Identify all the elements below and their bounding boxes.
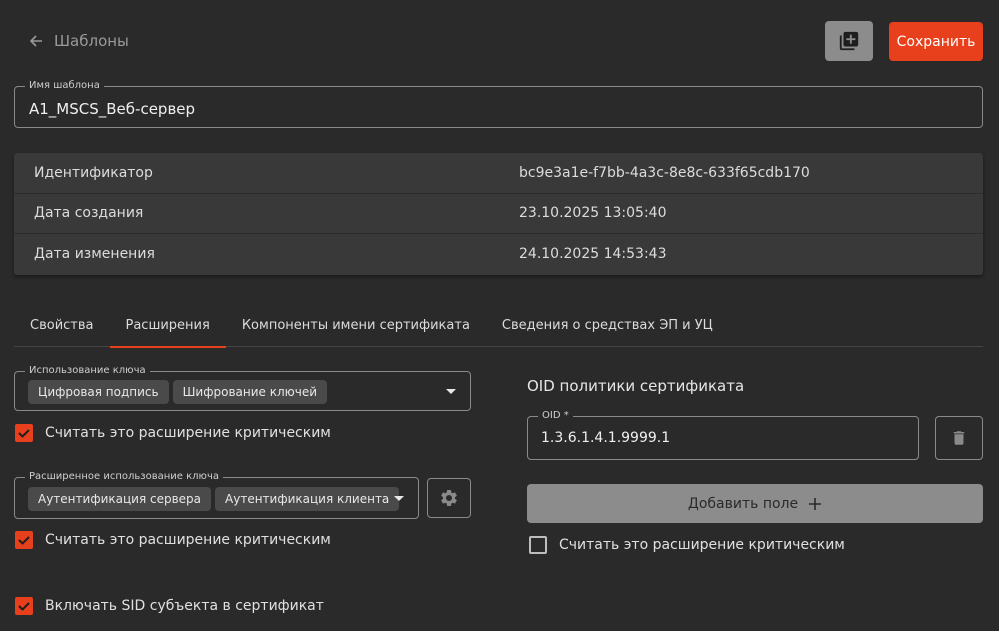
add-field-button[interactable]: Добавить поле [527,484,983,523]
add-field-label: Добавить поле [687,495,799,512]
info-key: Дата создания [34,205,144,222]
ext-key-usage-chip[interactable]: Аутентификация сервера [28,487,212,511]
template-name-value: A1_MSCS_Веб-сервер [29,100,196,118]
ext-key-usage-label: Расширенное использование ключа [25,471,223,483]
include-sid-checkbox[interactable]: Включать SID субъекта в сертификат [15,597,324,615]
save-button[interactable]: Сохранить [889,22,983,61]
tab-ca-info[interactable]: Сведения о средствах ЭП и УЦ [486,303,729,347]
trash-icon [953,431,965,445]
add-template-button[interactable] [825,21,873,61]
oid-section-title: OID политики сертификата [527,377,745,395]
arrow-left-icon [29,35,42,47]
library-add-icon [839,31,859,51]
tab-extensions[interactable]: Расширения [109,303,227,348]
key-usage-chip[interactable]: Цифровая подпись [28,380,169,404]
oid-label: OID * [538,410,573,422]
info-row-created: Дата создания 23.10.2025 13:05:40 [14,194,983,234]
gear-icon [441,489,457,506]
ext-key-usage-select[interactable]: Расширенное использование ключа Аутентиф… [14,471,419,519]
template-name-field[interactable]: Имя шаблона A1_MSCS_Веб-сервер [14,80,983,128]
checkbox-label: Включать SID субъекта в сертификат [45,598,324,614]
dropdown-caret-icon[interactable] [446,389,456,394]
info-row-id: Идентификатор bc9e3a1e-f7bb-4a3c-8e8c-63… [14,153,983,194]
info-value: 23.10.2025 13:05:40 [519,205,667,222]
delete-oid-button[interactable] [935,416,983,460]
template-name-label: Имя шаблона [25,80,104,92]
info-key: Идентификатор [34,164,153,181]
back-link[interactable]: Шаблоны [28,32,129,50]
oid-critical-checkbox[interactable]: Считать это расширение критическим [529,536,845,554]
back-label: Шаблоны [54,32,129,50]
ext-key-usage-settings-button[interactable] [427,478,471,518]
tab-properties[interactable]: Свойства [14,303,110,347]
checkbox-label: Считать это расширение критическим [559,537,845,553]
checkbox-checked-icon[interactable] [15,597,33,615]
ext-key-usage-critical-checkbox[interactable]: Считать это расширение критическим [15,531,331,549]
checkbox-label: Считать это расширение критическим [45,532,331,548]
info-value: bc9e3a1e-f7bb-4a3c-8e8c-633f65cdb170 [519,164,810,181]
info-value: 24.10.2025 14:53:43 [519,246,667,263]
checkbox-checked-icon[interactable] [15,424,33,442]
checkbox-unchecked-icon[interactable] [529,536,547,554]
info-key: Дата изменения [34,246,155,263]
key-usage-label: Использование ключа [25,365,150,377]
key-usage-critical-checkbox[interactable]: Считать это расширение критическим [15,424,331,442]
key-usage-select[interactable]: Использование ключа Цифровая подпись Шиф… [14,365,471,411]
key-usage-chip[interactable]: Шифрование ключей [172,380,328,404]
dropdown-caret-icon[interactable] [394,496,404,501]
tab-name-components[interactable]: Компоненты имени сертификата [226,303,486,347]
tab-bar: Свойства Расширения Компоненты имени сер… [14,303,983,348]
info-table: Идентификатор bc9e3a1e-f7bb-4a3c-8e8c-63… [14,153,983,275]
oid-input[interactable]: OID * 1.3.6.1.4.1.9999.1 [527,410,919,460]
checkbox-label: Считать это расширение критическим [45,425,331,441]
info-row-modified: Дата изменения 24.10.2025 14:53:43 [14,234,983,275]
checkbox-checked-icon[interactable] [15,531,33,549]
oid-value: 1.3.6.1.4.1.9999.1 [541,430,671,446]
plus-icon [809,497,822,510]
ext-key-usage-chip[interactable]: Аутентификация клиента [215,487,400,511]
